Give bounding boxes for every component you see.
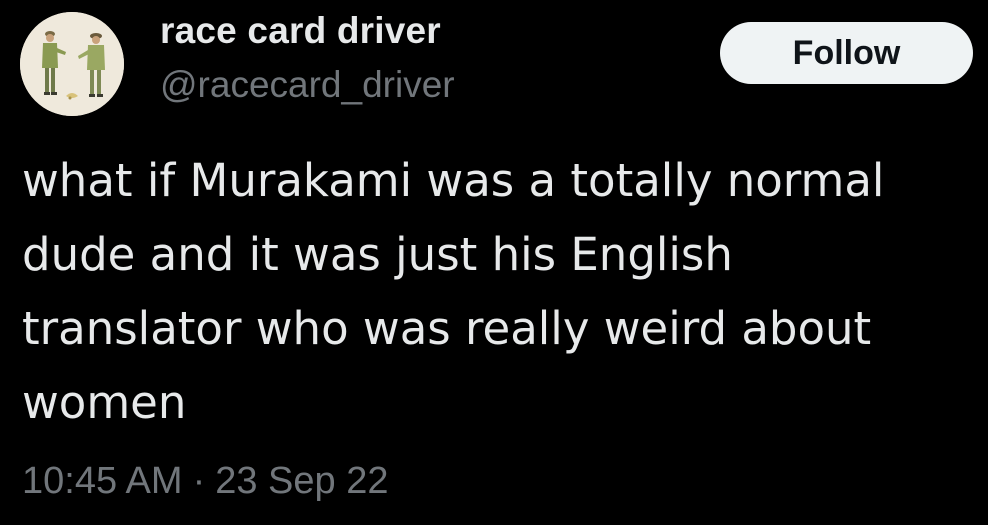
tweet-date: 23 Sep 22 bbox=[215, 460, 389, 502]
author-display-name[interactable]: race card driver bbox=[160, 10, 441, 52]
tweet-time: 10:45 AM bbox=[22, 460, 183, 502]
tweet-card: race card driver @racecard_driver Follow… bbox=[0, 0, 988, 525]
tweet-text: what if Murakami was a totally normal du… bbox=[22, 144, 972, 440]
follow-button[interactable]: Follow bbox=[720, 22, 973, 84]
tweet-text-line: what if Murakami was a totally normal bbox=[22, 154, 885, 207]
timestamp-separator: · bbox=[192, 460, 206, 502]
tweet-text-line: translator who was really weird about bbox=[22, 302, 872, 355]
avatar-illustration-icon bbox=[20, 12, 124, 116]
tweet-text-line: dude and it was just his English bbox=[22, 228, 733, 281]
tweet-text-line: women bbox=[22, 376, 187, 429]
author-handle[interactable]: @racecard_driver bbox=[160, 64, 455, 106]
tweet-timestamp[interactable]: 10:45 AM · 23 Sep 22 bbox=[22, 460, 388, 503]
avatar[interactable] bbox=[20, 12, 124, 116]
